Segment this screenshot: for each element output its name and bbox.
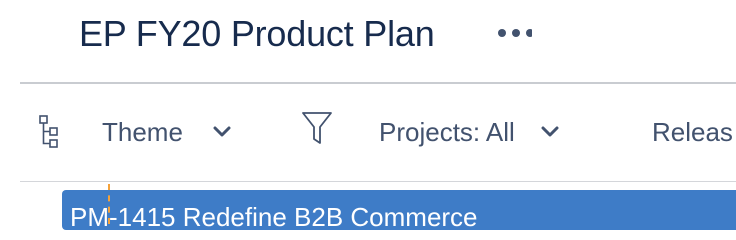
today-marker — [108, 184, 110, 224]
filter-icon — [302, 112, 332, 144]
filter-button[interactable] — [300, 108, 340, 148]
more-horizontal-icon — [498, 29, 532, 37]
header-divider — [20, 82, 736, 84]
more-actions-button[interactable] — [488, 18, 536, 48]
toolbar-divider — [20, 181, 736, 182]
chevron-down-icon — [541, 126, 559, 138]
release-label: Releas — [652, 116, 733, 147]
hierarchy-icon — [39, 115, 58, 148]
projects-dropdown[interactable]: Projects: All — [379, 112, 559, 152]
theme-label: Theme — [102, 116, 183, 147]
hierarchy-button[interactable] — [36, 112, 68, 152]
projects-label: Projects: All — [379, 116, 515, 147]
roadmap-bar-label: PM-1415 Redefine B2B Commerce — [70, 202, 478, 230]
theme-dropdown[interactable]: Theme — [102, 112, 231, 152]
page-title: EP FY20 Product Plan — [79, 13, 435, 54]
release-dropdown[interactable]: Releas — [652, 112, 733, 152]
chevron-down-icon — [213, 126, 231, 138]
roadmap-bar[interactable]: PM-1415 Redefine B2B Commerce — [62, 190, 736, 230]
